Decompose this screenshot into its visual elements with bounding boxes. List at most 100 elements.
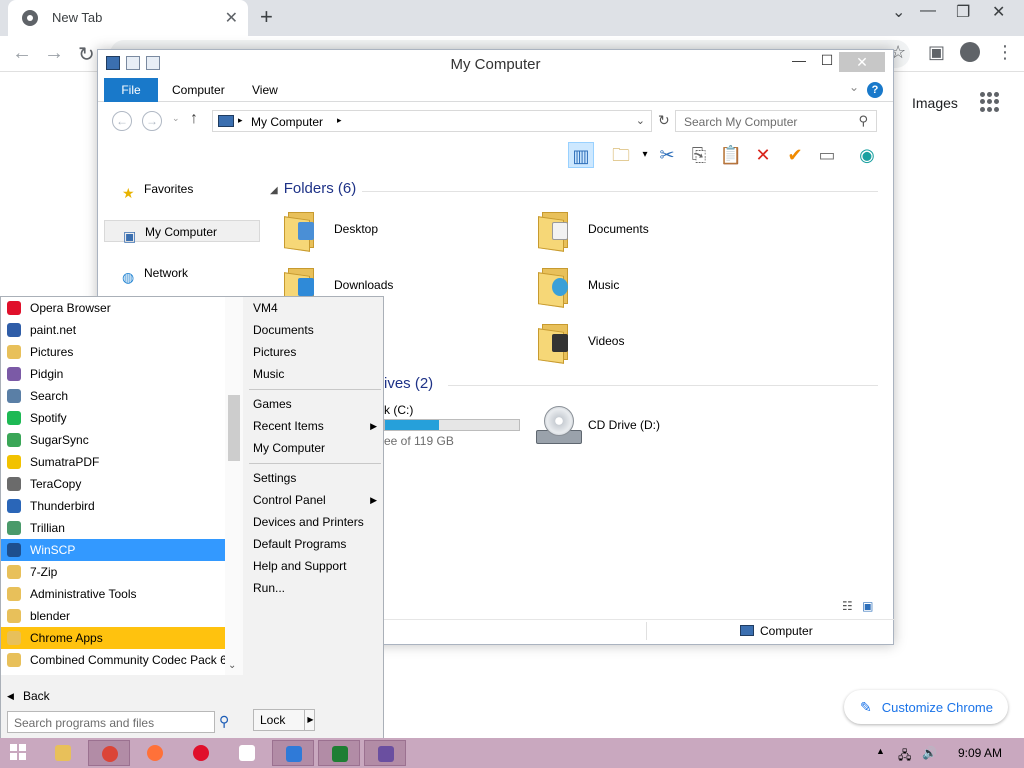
address-dropdown-icon[interactable]: ⌄ — [636, 114, 645, 127]
lock-options-arrow-icon[interactable]: ▶ — [304, 710, 316, 730]
back-button[interactable]: ◀ Back — [1, 685, 243, 707]
address-bar[interactable]: ▸ My Computer ▸ ⌄ — [212, 110, 652, 132]
large-icons-view-icon[interactable]: ▣ — [862, 599, 873, 613]
nav-favorites[interactable]: ★ Favorites — [104, 178, 260, 201]
taskbar-app-paint-net[interactable] — [272, 740, 314, 766]
cd-drive-label[interactable]: CD Drive (D:) — [588, 418, 660, 432]
folder-music[interactable]: Music — [538, 264, 778, 314]
close-window-icon[interactable]: ✕ — [992, 2, 1005, 22]
program-item[interactable]: Administrative Tools — [1, 583, 225, 605]
paste-icon[interactable]: 📋 — [718, 142, 744, 168]
taskbar-app-opera[interactable] — [180, 740, 222, 766]
copy-icon[interactable]: ⎘ — [686, 142, 712, 168]
tab-search-icon[interactable]: ⌄ — [892, 2, 905, 22]
side-panel-icon[interactable]: ▣ — [928, 42, 945, 63]
chrome-tab-new-tab[interactable]: New Tab ✕ — [8, 0, 248, 36]
volume-icon[interactable]: 🔊 — [922, 746, 937, 760]
program-item[interactable]: Chrome Apps — [1, 627, 225, 649]
start-item-run[interactable]: Run... — [249, 577, 381, 599]
start-item-vm4[interactable]: VM4 — [249, 297, 381, 319]
program-item[interactable]: SugarSync — [1, 429, 225, 451]
folder-desktop[interactable]: Desktop — [284, 208, 524, 258]
reload-icon[interactable]: ↻ — [78, 42, 95, 67]
start-search-input[interactable]: Search programs and files — [7, 711, 215, 733]
ribbon-tab-file[interactable]: File — [104, 78, 158, 102]
recent-locations-icon[interactable]: ⌄ — [172, 113, 180, 124]
properties-icon[interactable]: 🗀 — [608, 142, 634, 168]
cut-icon[interactable]: ✂ — [654, 142, 680, 168]
program-item[interactable]: Pidgin — [1, 363, 225, 385]
profile-avatar[interactable] — [960, 42, 980, 62]
images-link[interactable]: Images — [912, 95, 958, 111]
program-item[interactable]: blender — [1, 605, 225, 627]
rename-icon[interactable]: ▭ — [814, 142, 840, 168]
explorer-title-bar[interactable]: My Computer — ☐ ✕ — [98, 50, 893, 80]
start-item-music[interactable]: Music — [249, 363, 381, 385]
forward-icon[interactable]: → — [142, 111, 162, 131]
clock[interactable]: 9:09 AM — [958, 746, 1002, 760]
customize-chrome-button[interactable]: ✎ Customize Chrome — [844, 690, 1008, 724]
folder-videos[interactable]: Videos — [538, 320, 778, 370]
folders-section-header[interactable]: ◢ Folders (6) — [270, 180, 356, 197]
lock-button[interactable]: Lock ▶ — [253, 709, 315, 731]
program-item[interactable]: Search — [1, 385, 225, 407]
search-icon[interactable]: ⚲ — [219, 713, 229, 730]
breadcrumb-chevron-icon[interactable]: ▸ — [337, 115, 342, 126]
new-tab-button[interactable]: + — [260, 4, 273, 30]
start-item-default-programs[interactable]: Default Programs — [249, 533, 381, 555]
back-icon[interactable]: ← — [112, 111, 132, 131]
windows-start-icon[interactable] — [10, 744, 26, 760]
delete-icon[interactable]: ✕ — [750, 142, 776, 168]
network-tray-icon[interactable]: 🖧 — [898, 746, 911, 767]
scrollbar-thumb[interactable] — [228, 395, 240, 461]
folder-documents[interactable]: Documents — [538, 208, 778, 258]
start-item-recent-items[interactable]: Recent Items ▶ — [249, 415, 381, 437]
program-item[interactable]: TeraCopy — [1, 473, 225, 495]
taskbar-app-notepad[interactable] — [226, 740, 268, 766]
start-item-documents[interactable]: Documents — [249, 319, 381, 341]
taskbar-app-firefox[interactable] — [134, 740, 176, 766]
start-item-pictures[interactable]: Pictures — [249, 341, 381, 363]
explorer-minimize-button[interactable]: — — [785, 52, 813, 74]
explorer-close-button[interactable]: ✕ — [839, 52, 885, 72]
chrome-menu-icon[interactable]: ⋮ — [996, 42, 1014, 63]
program-item[interactable]: Opera Browser — [1, 297, 225, 319]
ribbon-tab-computer[interactable]: Computer — [160, 78, 237, 102]
refresh-icon[interactable]: ↻ — [658, 112, 670, 129]
cd-drive-icon[interactable] — [536, 406, 582, 446]
show-hidden-icons-icon[interactable]: ▲ — [876, 746, 885, 756]
taskbar-app-settings[interactable] — [364, 740, 406, 766]
globe-icon[interactable]: ◉ — [854, 142, 880, 168]
search-input[interactable]: Search My Computer ⚲ — [675, 110, 877, 132]
program-item[interactable]: SumatraPDF — [1, 451, 225, 473]
start-item-settings[interactable]: Settings — [249, 467, 381, 489]
nav-my-computer[interactable]: ▣ My Computer — [104, 220, 260, 244]
start-item-devices-printers[interactable]: Devices and Printers — [249, 511, 381, 533]
up-icon[interactable]: ↑ — [190, 110, 198, 128]
program-item[interactable]: 7-Zip — [1, 561, 225, 583]
taskbar-app-chrome[interactable] — [88, 740, 130, 766]
program-item[interactable]: Spotify — [1, 407, 225, 429]
program-item[interactable]: WinSCP — [1, 539, 225, 561]
help-icon[interactable]: ? — [867, 82, 883, 98]
start-item-games[interactable]: Games — [249, 393, 381, 415]
program-item[interactable]: Thunderbird — [1, 495, 225, 517]
google-apps-icon[interactable] — [980, 92, 1000, 112]
close-tab-icon[interactable]: ✕ — [225, 8, 238, 28]
back-icon[interactable]: ← — [12, 42, 32, 65]
explorer-maximize-button[interactable]: ☐ — [813, 52, 841, 74]
program-item[interactable]: Trillian — [1, 517, 225, 539]
nav-network[interactable]: ◍ Network — [104, 262, 260, 285]
program-item[interactable]: paint.net — [1, 319, 225, 341]
start-item-control-panel[interactable]: Control Panel ▶ — [249, 489, 381, 511]
taskbar-app-spreadsheet[interactable] — [318, 740, 360, 766]
scroll-down-icon[interactable]: ⌄ — [228, 660, 236, 671]
forward-icon[interactable]: → — [44, 42, 64, 65]
start-item-my-computer[interactable]: My Computer — [249, 437, 381, 459]
program-item[interactable]: Pictures — [1, 341, 225, 363]
start-item-help-support[interactable]: Help and Support — [249, 555, 381, 577]
drives-section-header[interactable]: ives (2) — [384, 375, 433, 392]
taskbar-app-file-explorer[interactable] — [42, 740, 84, 766]
ribbon-expand-icon[interactable]: ⌄ — [849, 80, 859, 94]
checkmark-icon[interactable]: ✔ — [782, 142, 808, 168]
